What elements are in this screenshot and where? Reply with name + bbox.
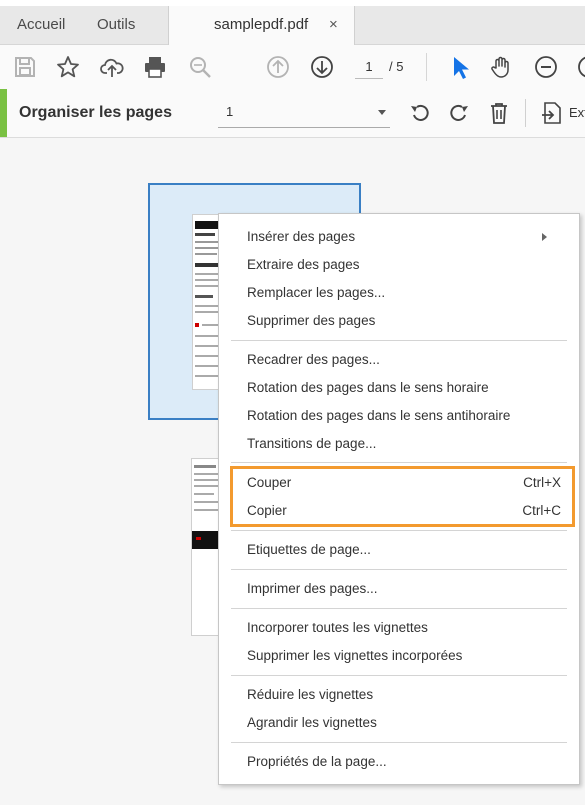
tab-bar: Accueil Outils samplepdf.pdf × bbox=[0, 6, 585, 45]
previous-page-icon[interactable] bbox=[265, 54, 291, 80]
extract-pages-icon[interactable] bbox=[539, 100, 565, 126]
menu-item-label: Etiquettes de page... bbox=[247, 542, 371, 557]
main-toolbar: 1 / 5 bbox=[0, 45, 585, 90]
menu-item-label: Propriétés de la page... bbox=[247, 754, 387, 769]
zoom-out-icon[interactable] bbox=[533, 54, 559, 80]
menu-item-crop-pages[interactable]: Recadrer des pages... bbox=[219, 347, 579, 373]
rotate-right-icon[interactable] bbox=[446, 100, 472, 126]
menu-item-label: Supprimer les vignettes incorporées bbox=[247, 648, 463, 663]
menu-item-label: Incorporer toutes les vignettes bbox=[247, 620, 428, 635]
menu-item-label: Extraire des pages bbox=[247, 257, 360, 272]
document-tab-label: samplepdf.pdf bbox=[214, 16, 309, 33]
organize-accent-bar bbox=[0, 89, 7, 137]
star-icon[interactable] bbox=[55, 54, 81, 80]
total-pages-label: / 5 bbox=[389, 59, 404, 74]
page-range-select[interactable]: 1 bbox=[218, 99, 390, 128]
submenu-arrow-icon bbox=[542, 233, 547, 241]
menu-item-extract-pages[interactable]: Extraire des pages bbox=[219, 252, 579, 278]
page-range-value: 1 bbox=[226, 104, 234, 119]
menu-item-embed-thumbnails[interactable]: Incorporer toutes les vignettes bbox=[219, 615, 579, 641]
menu-item-label: Supprimer des pages bbox=[247, 313, 376, 328]
menu-item-label: Remplacer les pages... bbox=[247, 285, 386, 300]
extract-pages-label[interactable]: Ext bbox=[569, 89, 585, 137]
menu-item-label: Rotation des pages dans le sens antihora… bbox=[247, 408, 511, 423]
tab-tools[interactable]: Outils bbox=[97, 6, 135, 44]
next-page-icon[interactable] bbox=[309, 54, 335, 80]
menu-item-label: Transitions de page... bbox=[247, 436, 377, 451]
menu-separator bbox=[231, 569, 567, 570]
highlight-box bbox=[230, 466, 575, 527]
zoom-search-icon[interactable] bbox=[187, 54, 213, 80]
rotate-left-icon[interactable] bbox=[407, 100, 433, 126]
menu-item-replace-pages[interactable]: Remplacer les pages... bbox=[219, 280, 579, 306]
menu-item-label: Imprimer des pages... bbox=[247, 581, 378, 596]
menu-item-page-properties[interactable]: Propriétés de la page... bbox=[219, 749, 579, 775]
organize-divider bbox=[525, 99, 526, 127]
save-icon[interactable] bbox=[12, 54, 38, 80]
menu-item-shrink-thumbnails[interactable]: Réduire les vignettes bbox=[219, 682, 579, 708]
tab-home[interactable]: Accueil bbox=[17, 6, 65, 44]
current-page-input[interactable]: 1 bbox=[355, 55, 383, 79]
menu-separator bbox=[231, 340, 567, 341]
menu-item-label: Réduire les vignettes bbox=[247, 687, 374, 702]
toolbar-divider bbox=[426, 53, 427, 81]
menu-item-label: Recadrer des pages... bbox=[247, 352, 380, 367]
organize-pages-toolbar: Organiser les pages 1 Ext bbox=[0, 89, 585, 138]
trash-icon[interactable] bbox=[486, 100, 512, 126]
menu-item-print-pages[interactable]: Imprimer des pages... bbox=[219, 576, 579, 602]
zoom-in-icon[interactable] bbox=[576, 54, 585, 80]
menu-item-remove-thumbnails[interactable]: Supprimer les vignettes incorporées bbox=[219, 643, 579, 669]
print-icon[interactable] bbox=[142, 54, 168, 80]
menu-item-rotate-counterclockwise[interactable]: Rotation des pages dans le sens antihora… bbox=[219, 403, 579, 429]
menu-item-delete-pages[interactable]: Supprimer des pages bbox=[219, 308, 579, 334]
menu-separator bbox=[231, 675, 567, 676]
organize-title: Organiser les pages bbox=[19, 104, 172, 121]
menu-separator bbox=[231, 742, 567, 743]
menu-item-label: Rotation des pages dans le sens horaire bbox=[247, 380, 489, 395]
menu-separator bbox=[231, 462, 567, 463]
chevron-down-icon bbox=[378, 110, 386, 115]
menu-item-insert-pages[interactable]: Insérer des pages bbox=[219, 224, 579, 250]
menu-item-page-transitions[interactable]: Transitions de page... bbox=[219, 431, 579, 457]
cloud-upload-icon[interactable] bbox=[99, 54, 125, 80]
menu-separator bbox=[231, 608, 567, 609]
menu-item-label: Agrandir les vignettes bbox=[247, 715, 377, 730]
tab-document[interactable]: samplepdf.pdf × bbox=[168, 6, 355, 45]
menu-item-rotate-clockwise[interactable]: Rotation des pages dans le sens horaire bbox=[219, 375, 579, 401]
close-tab-icon[interactable]: × bbox=[329, 6, 338, 44]
menu-item-page-labels[interactable]: Etiquettes de page... bbox=[219, 537, 579, 563]
menu-item-label: Insérer des pages bbox=[247, 229, 356, 244]
hand-tool-icon[interactable] bbox=[488, 54, 514, 80]
menu-separator bbox=[231, 530, 567, 531]
select-cursor-icon[interactable] bbox=[446, 54, 472, 80]
menu-item-enlarge-thumbnails[interactable]: Agrandir les vignettes bbox=[219, 710, 579, 736]
